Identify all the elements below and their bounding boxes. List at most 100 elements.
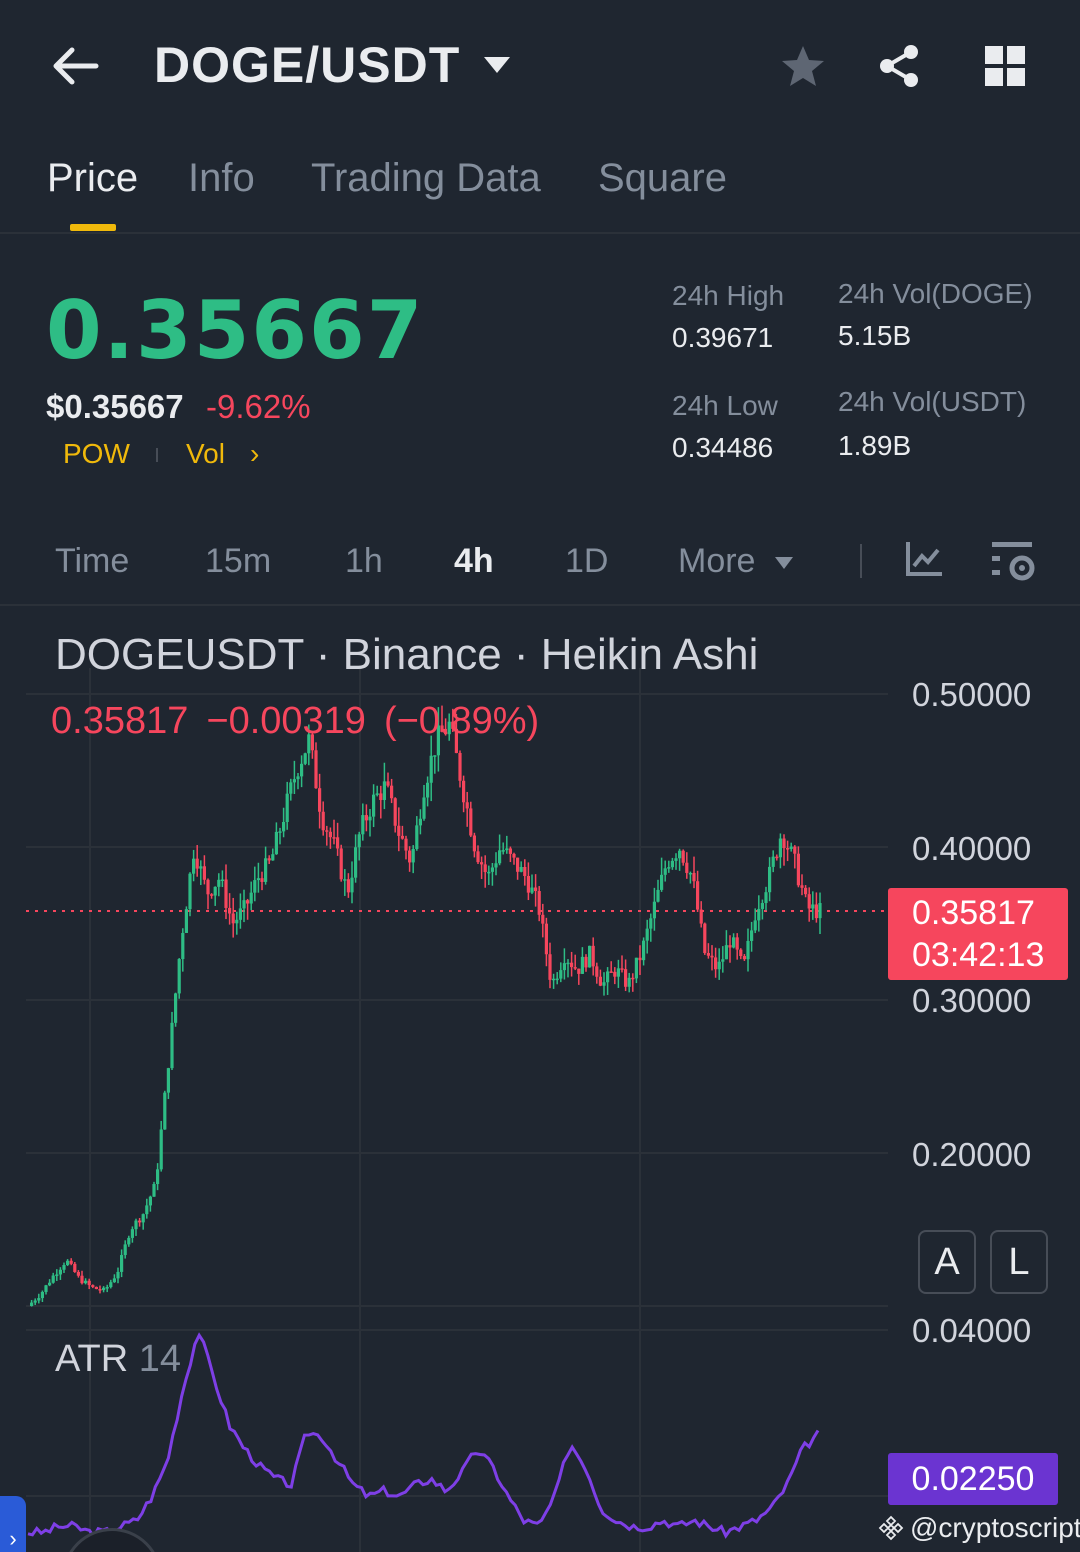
vol-base-value: 5.15B <box>838 320 912 351</box>
chevron-right-icon[interactable]: › <box>250 438 259 470</box>
candle-body <box>613 971 617 977</box>
candle-body <box>224 879 228 908</box>
candle-body <box>332 837 336 839</box>
log-scale-button[interactable]: L <box>990 1230 1048 1294</box>
candle-body <box>735 937 739 950</box>
grid-icon[interactable] <box>978 38 1032 94</box>
candle-body <box>44 1285 48 1292</box>
chart-settings-icon[interactable] <box>990 538 1040 586</box>
candle-body <box>656 889 660 902</box>
interval-4h[interactable]: 4h <box>454 542 494 581</box>
candle-body <box>652 901 656 919</box>
candle-body <box>181 932 185 960</box>
candle-body <box>58 1269 62 1275</box>
interval-1d[interactable]: 1D <box>565 542 608 581</box>
candle-body <box>80 1275 84 1284</box>
candle-body <box>220 879 224 881</box>
candle-body <box>51 1275 55 1283</box>
candle-body <box>501 850 505 852</box>
candle-body <box>163 1092 167 1130</box>
candle-body <box>732 937 736 948</box>
candle-body <box>814 904 818 919</box>
candle-body <box>688 872 692 875</box>
candle-body <box>429 755 433 783</box>
tag-vol[interactable]: Vol <box>186 438 225 470</box>
indicator-chart-icon[interactable] <box>904 538 954 586</box>
interval-1h[interactable]: 1h <box>345 542 383 581</box>
tab-trading-data[interactable]: Trading Data <box>311 156 541 201</box>
candle-body <box>141 1214 145 1223</box>
candle-body <box>192 858 196 874</box>
candle-body <box>512 853 516 858</box>
candle-body <box>30 1302 34 1306</box>
candle-body <box>33 1300 37 1303</box>
section-tabs: Price Info Trading Data Square <box>0 130 1080 234</box>
candle-body <box>483 864 487 873</box>
candle-body <box>616 968 620 977</box>
candle-body <box>368 816 372 821</box>
candle-body <box>130 1229 134 1238</box>
low-label: 24h Low <box>672 390 778 421</box>
interval-15m[interactable]: 15m <box>205 542 271 581</box>
usd-price: $0.35667 <box>46 388 184 425</box>
candle-body <box>609 971 613 973</box>
candle-body <box>156 1169 160 1185</box>
candle-body <box>627 977 631 987</box>
candle-body <box>318 788 322 812</box>
candle-body <box>526 875 530 893</box>
candle-body <box>199 866 203 869</box>
candle-body <box>166 1068 170 1093</box>
candle-body <box>390 785 394 799</box>
candle-body <box>256 878 260 881</box>
tag-pow[interactable]: POW <box>63 438 130 470</box>
caret-down-icon[interactable] <box>482 54 512 81</box>
pair-title[interactable]: DOGE/USDT <box>154 36 460 94</box>
candle-body <box>595 966 599 977</box>
candle-body <box>649 918 653 929</box>
candle-body <box>559 970 563 979</box>
candle-body <box>418 818 422 826</box>
candle-body <box>768 866 772 893</box>
vol-quote-value: 1.89B <box>838 430 912 461</box>
candle-body <box>469 808 473 836</box>
share-icon[interactable] <box>872 38 926 94</box>
candle-body <box>663 868 667 875</box>
candle-body <box>422 797 426 819</box>
candle-body <box>631 977 635 980</box>
candle-body <box>580 956 584 974</box>
candle-body <box>361 815 365 835</box>
candle-body <box>764 892 768 904</box>
chart-area[interactable]: DOGEUSDT · Binance · Heikin Ashi 0.35817… <box>0 608 1080 1552</box>
candle-body <box>476 851 480 863</box>
tab-info[interactable]: Info <box>188 156 255 201</box>
candle-body <box>462 780 466 803</box>
candle-body <box>433 755 437 757</box>
candle-body <box>66 1260 70 1266</box>
interval-more[interactable]: More <box>678 542 795 581</box>
candle-body <box>552 978 556 981</box>
tab-square[interactable]: Square <box>598 156 727 201</box>
top-bar: DOGE/USDT <box>0 0 1080 130</box>
candle-body <box>570 962 574 968</box>
back-arrow-icon[interactable] <box>44 36 106 96</box>
expand-panel-button[interactable]: › <box>0 1496 26 1552</box>
candle-body <box>267 858 271 861</box>
candle-body <box>105 1287 109 1289</box>
candle-body <box>508 848 512 854</box>
interval-time[interactable]: Time <box>55 542 129 581</box>
atr-label: ATR 14 <box>55 1338 181 1381</box>
price-chart[interactable] <box>0 608 1080 1552</box>
tab-price[interactable]: Price <box>47 156 138 201</box>
candle-body <box>282 821 286 832</box>
star-icon[interactable] <box>776 38 830 94</box>
candle-body <box>534 887 538 892</box>
candle-body <box>620 968 624 970</box>
candle-body <box>480 862 484 865</box>
auto-scale-button[interactable]: A <box>918 1230 976 1294</box>
candle-body <box>645 928 649 941</box>
chart-grid <box>26 668 888 1552</box>
candle-body <box>120 1255 124 1272</box>
candle-body <box>357 834 361 848</box>
candle-body <box>123 1244 127 1256</box>
candle-body <box>598 976 602 986</box>
